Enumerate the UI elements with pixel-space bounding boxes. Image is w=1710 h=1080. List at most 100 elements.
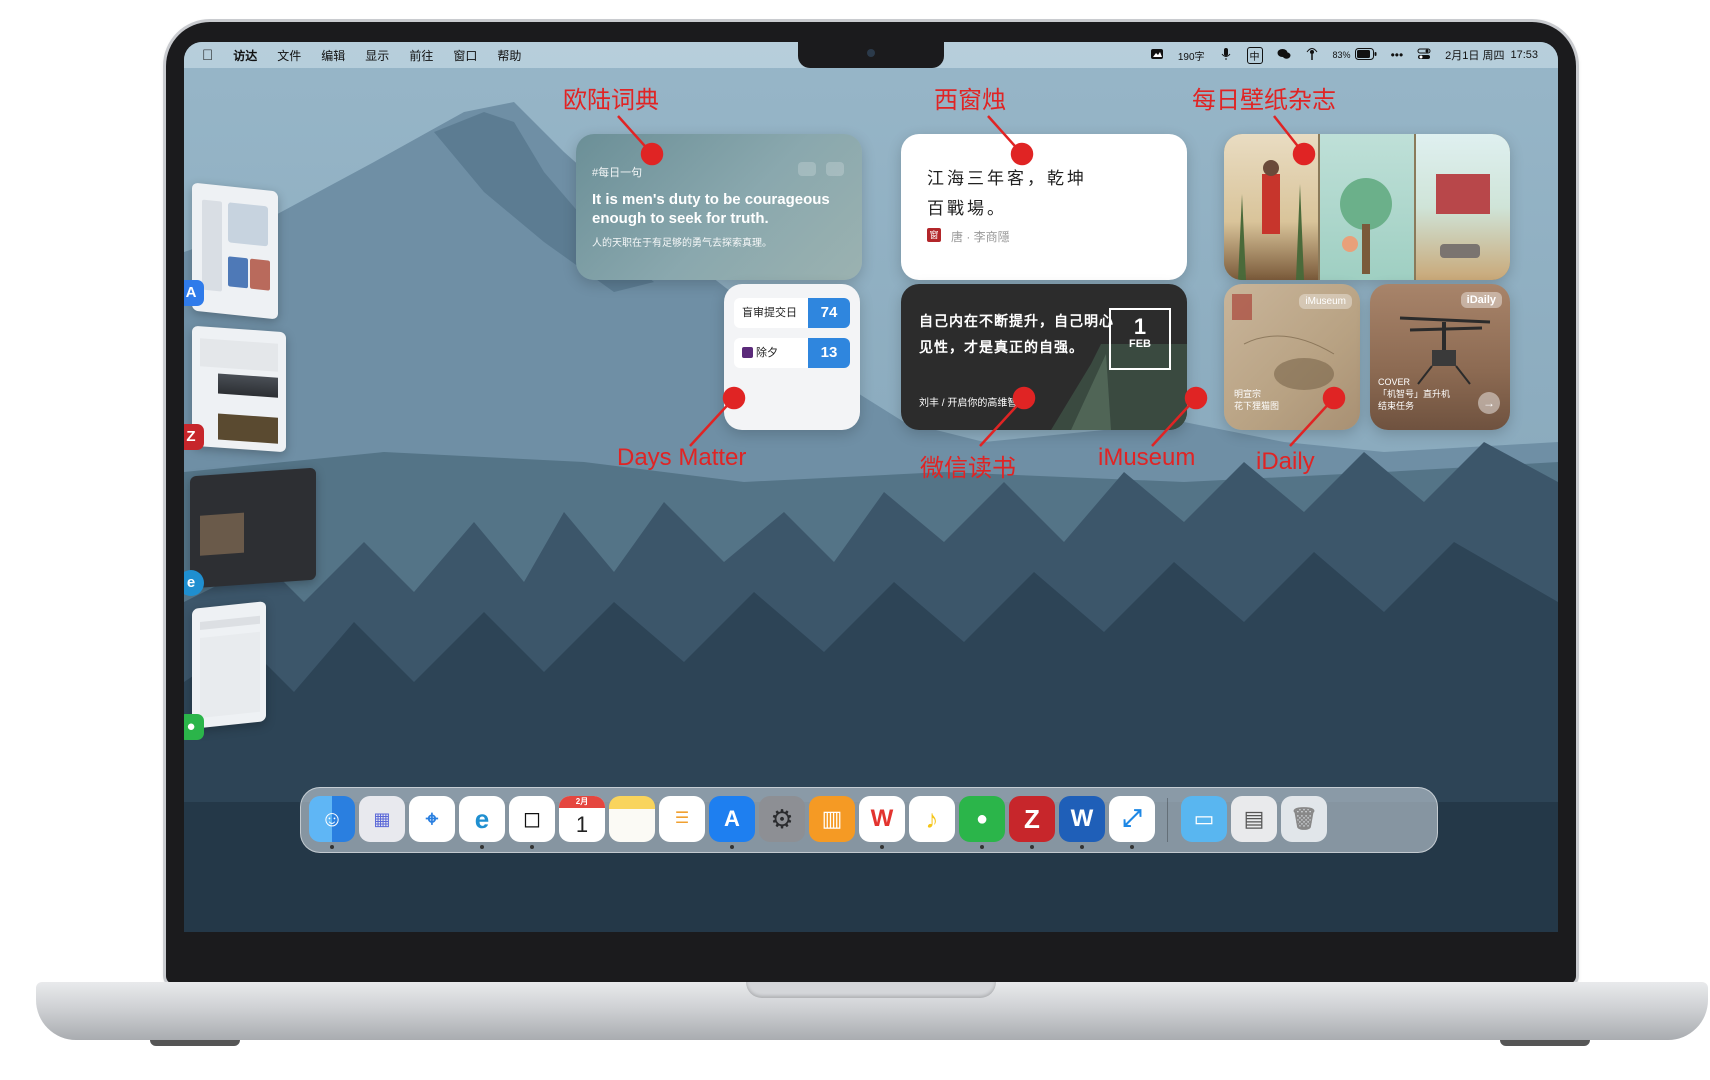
menu-help[interactable]: 帮助 xyxy=(497,47,521,64)
word-icon[interactable]: W xyxy=(1059,796,1105,842)
app-store-icon[interactable]: A xyxy=(709,796,755,842)
daily-caption-title: 「机智号」直升机 xyxy=(1378,389,1451,399)
days-matter-widget[interactable]: 盲审提交日 74 除夕 13 xyxy=(724,284,860,430)
reading-day: 1 xyxy=(1133,314,1147,339)
countdown-row[interactable]: 盲审提交日 74 xyxy=(734,298,850,328)
poster-diner xyxy=(1416,134,1510,280)
wechat-read-widget[interactable]: 自己内在不断提升，自己明心见性，才是真正的自强。 刘丰 / 开启你的高维智慧 1… xyxy=(901,284,1187,430)
menubar-date[interactable]: 2月1日 周四 xyxy=(1445,47,1504,63)
zotero-stage-icon[interactable]: Z xyxy=(184,424,204,450)
wechat-stage-icon[interactable]: ● xyxy=(184,714,204,740)
safari-icon[interactable]: ⌖ xyxy=(409,796,455,842)
idaily-badge: iDaily xyxy=(1460,292,1502,308)
poem-line-2: 百戰場。 xyxy=(927,199,1007,219)
airdrop-icon[interactable] xyxy=(1305,47,1319,64)
finder-icon[interactable]: ☺ xyxy=(309,796,355,842)
battery-icon[interactable] xyxy=(1354,47,1377,63)
notchmeister-icon[interactable]: ◻ xyxy=(509,796,555,842)
appstore-stage-icon[interactable]: A xyxy=(184,280,204,306)
annotation-daily: iDaily xyxy=(1256,448,1315,475)
microphone-icon[interactable] xyxy=(1219,47,1233,64)
control-center-icon[interactable] xyxy=(1417,47,1431,64)
annotation-reading: 微信读书 xyxy=(920,455,1016,482)
museum-caption-title: 花下狸猫图 xyxy=(1234,401,1280,411)
laptop-base-lip xyxy=(746,982,996,998)
reminders-icon[interactable]: ☰ xyxy=(659,796,705,842)
reading-calendar: 1 FEB xyxy=(1109,308,1171,370)
annotation-dict: 欧陆词典 xyxy=(563,87,659,114)
daily-caption-sub: 结束任务 xyxy=(1378,401,1415,411)
stage-window-wechat[interactable] xyxy=(192,601,266,729)
idaily-widget[interactable]: iDaily COVER 「机智号」直升机 结束任务 → xyxy=(1370,284,1510,430)
books-icon[interactable]: ▥ xyxy=(809,796,855,842)
menu-window[interactable]: 窗口 xyxy=(453,47,477,64)
stage-window-edge[interactable] xyxy=(190,467,316,589)
reading-source: 刘丰 / 开启你的高维智慧 xyxy=(919,398,1028,409)
speaker-icon[interactable] xyxy=(798,162,816,176)
annotation-wallpaper: 每日壁纸杂志 xyxy=(1192,87,1336,114)
imuseum-widget[interactable]: iMuseum 明宣宗 花下狸猫图 xyxy=(1224,284,1360,430)
running-dot xyxy=(730,845,734,849)
running-dot xyxy=(530,845,534,849)
mic-icon[interactable] xyxy=(826,162,844,176)
wechat-menu-icon[interactable] xyxy=(1277,47,1291,64)
apple-menu-icon[interactable]:  xyxy=(202,47,213,64)
running-dot xyxy=(480,845,484,849)
poster-totto xyxy=(1320,134,1414,280)
system-settings-icon[interactable]: ⚙ xyxy=(759,796,805,842)
poem-widget[interactable]: 江海三年客，乾坤 百戰場。 窗 唐 · 李商隱 xyxy=(901,134,1187,280)
poem-seal-icon: 窗 xyxy=(927,228,941,242)
edge-icon[interactable]: e xyxy=(459,796,505,842)
photo-icon[interactable] xyxy=(1150,47,1164,64)
running-dot xyxy=(330,845,334,849)
imuseum-badge: iMuseum xyxy=(1299,294,1352,309)
zotero-icon[interactable]: Z xyxy=(1009,796,1055,842)
laptop-foot-right xyxy=(1500,1040,1590,1046)
menu-file[interactable]: 文件 xyxy=(277,47,301,64)
running-dot xyxy=(1130,845,1134,849)
running-dot xyxy=(1080,845,1084,849)
qq-music-icon[interactable]: ♪ xyxy=(909,796,955,842)
calendar-icon[interactable]: 2月 1 xyxy=(559,796,605,842)
calendar-day: 1 xyxy=(575,812,589,837)
daily-caption-cover: COVER xyxy=(1378,377,1411,387)
poem-line-1: 江海三年客，乾坤 xyxy=(927,169,1087,189)
notes-icon[interactable] xyxy=(609,796,655,842)
todesk-icon[interactable]: ⤢ xyxy=(1109,796,1155,842)
countdown-value: 74 xyxy=(808,298,850,328)
annotation-museum: iMuseum xyxy=(1098,444,1196,471)
countdown-name: 除夕 xyxy=(756,347,778,359)
stage-window-zotero[interactable] xyxy=(192,325,286,453)
menubar-time[interactable]: 17:53 xyxy=(1510,49,1538,61)
stage-window-appstore[interactable] xyxy=(192,182,278,320)
battery-percent: 83% xyxy=(1332,50,1351,60)
wps-icon[interactable]: W xyxy=(859,796,905,842)
reading-month: FEB xyxy=(1129,338,1151,350)
dict-sentence-en: It is men's duty to be courageous enough… xyxy=(592,191,830,227)
annotation-days: Days Matter xyxy=(617,444,747,471)
firework-icon xyxy=(742,347,753,358)
countdown-row[interactable]: 除夕 13 xyxy=(734,338,850,368)
launchpad-icon[interactable]: ▦ xyxy=(359,796,405,842)
word-count[interactable]: 190字 xyxy=(1178,48,1205,63)
running-dot xyxy=(980,845,984,849)
trash-icon[interactable]: 🗑 xyxy=(1281,796,1327,842)
countdown-name: 盲审提交日 xyxy=(742,307,797,319)
wallpaper-magazine-widget[interactable] xyxy=(1224,134,1510,280)
input-method[interactable]: 中 xyxy=(1246,46,1263,64)
camera-notch xyxy=(798,42,944,68)
poster-hollywood xyxy=(1224,134,1318,280)
dock: ☺ ▦ ⌖ e ◻ 2月 1 ☰ A ⚙ ▥ W ♪ ● Z W ⤢ ▭ ▤ 🗑 xyxy=(300,787,1438,853)
eudic-widget[interactable]: #每日一句 It is men's duty to be courageous … xyxy=(576,134,862,280)
menu-edit[interactable]: 编辑 xyxy=(321,47,345,64)
menu-view[interactable]: 显示 xyxy=(365,47,389,64)
documents-stack-icon[interactable]: ▤ xyxy=(1231,796,1277,842)
arrow-right-icon[interactable]: → xyxy=(1478,392,1500,414)
dict-sentence-zh: 人的天职在于有足够的勇气去探索真理。 xyxy=(592,238,772,249)
more-icon[interactable]: ••• xyxy=(1391,48,1404,62)
wechat-icon[interactable]: ● xyxy=(959,796,1005,842)
menu-go[interactable]: 前往 xyxy=(409,47,433,64)
menu-finder[interactable]: 访达 xyxy=(233,47,257,64)
laptop-foot-left xyxy=(150,1040,240,1046)
folder-icon[interactable]: ▭ xyxy=(1181,796,1227,842)
